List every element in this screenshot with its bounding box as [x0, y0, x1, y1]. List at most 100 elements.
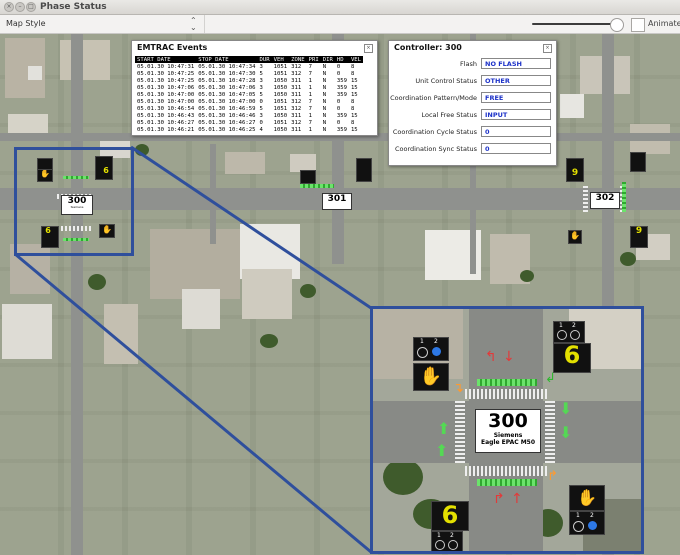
table-cell: 1 — [308, 77, 312, 84]
toolbar-divider — [204, 15, 205, 33]
table-cell: 1051 — [273, 70, 288, 77]
dont-walk-hand-icon: ✋ — [413, 363, 449, 391]
table-column-header[interactable]: ZONE — [289, 56, 307, 63]
table-cell: 359 — [336, 84, 347, 91]
table-row[interactable]: 05.01.30 10:46:27 05.01.30 10:46:27 0 1051 3… — [135, 119, 363, 126]
table-cell: 15 — [350, 126, 358, 133]
table-cell: 05.01.30 10:46:43 — [137, 112, 195, 119]
table-column-header[interactable]: VEL — [348, 56, 364, 63]
table-cell: 05.01.30 10:46:54 — [137, 105, 195, 112]
table-column-header[interactable]: PRI — [306, 56, 321, 63]
table-cell: 359 — [336, 112, 347, 119]
table-row[interactable]: 05.01.30 10:46:21 05.01.30 10:46:25 4 1050 3… — [135, 126, 363, 133]
table-row[interactable]: 05.01.30 10:46:43 05.01.30 10:46:46 3 1050 3… — [135, 112, 363, 119]
close-window-icon[interactable]: × — [4, 2, 14, 12]
crosswalk-north — [465, 389, 549, 399]
table-column-header[interactable]: VEH — [271, 56, 290, 63]
speed-slider-track[interactable] — [532, 23, 620, 25]
table-column-header[interactable]: DIR — [320, 56, 335, 63]
table-cell: 359 — [336, 77, 347, 84]
panel-close-icon[interactable]: × — [364, 44, 373, 53]
table-cell: 0 — [336, 105, 341, 112]
table-cell: 312 — [291, 70, 302, 77]
field-value: INPUT — [481, 109, 551, 120]
table-cell: 0 — [259, 98, 263, 105]
table-cell: 0 — [336, 70, 341, 77]
emtrac-events-panel[interactable]: EMTRAC Events × START DATE STOP DATE DUR VE… — [131, 40, 378, 136]
table-cell: 312 — [291, 98, 302, 105]
table-cell: 4 — [259, 126, 263, 133]
table-row[interactable]: 05.01.30 10:46:54 05.01.30 10:46:59 5 1051 3… — [135, 105, 363, 112]
animate-checkbox[interactable] — [631, 18, 645, 32]
table-cell: 05.01.30 10:47:31 — [137, 63, 195, 70]
table-cell: 15 — [350, 112, 358, 119]
field-value: OTHER — [481, 75, 551, 86]
table-cell: 3 — [259, 84, 263, 91]
table-cell: 1051 — [273, 119, 288, 126]
speed-slider-handle[interactable] — [610, 18, 624, 32]
yellow-turn-arrow-icon: ↱ — [547, 469, 558, 484]
table-row[interactable]: 05.01.30 10:47:31 05.01.30 10:47:34 3 1051 3… — [135, 63, 363, 70]
table-column-header[interactable]: HD — [334, 56, 349, 63]
table-row[interactable]: 05.01.30 10:47:25 05.01.30 10:47:30 5 1051 3… — [135, 70, 363, 77]
table-cell: 311 — [291, 77, 302, 84]
table-cell: 05.01.30 10:47:00 — [137, 91, 195, 98]
signal-phase-number: 6 — [441, 501, 459, 529]
controller-panel[interactable]: Controller: 300 × Flash NO FLASH Unit Cont… — [388, 40, 557, 166]
table-column-header[interactable]: DUR — [257, 56, 272, 63]
table-row[interactable]: 05.01.30 10:47:25 05.01.30 10:47:28 3 1050 3… — [135, 77, 363, 84]
ring-2-dot — [448, 540, 458, 550]
table-cell: 1 — [308, 84, 312, 91]
field-label: Unit Control Status — [415, 77, 477, 85]
table-column-header[interactable]: START DATE — [135, 56, 197, 63]
controller-field-row: Unit Control Status OTHER — [393, 75, 553, 88]
ring-2-dot — [432, 347, 441, 356]
ring-indicator: 1 2 — [569, 511, 605, 535]
table-cell: 05.01.30 10:47:28 — [198, 77, 256, 84]
ring-label: 2 — [434, 338, 438, 345]
ring-label: 2 — [450, 532, 454, 539]
table-cell: N — [322, 63, 327, 70]
table-cell: 8 — [350, 98, 355, 105]
table-row[interactable]: 05.01.30 10:47:00 05.01.30 10:47:05 5 1050 3… — [135, 91, 363, 98]
table-cell: 05.01.30 10:46:25 — [198, 126, 256, 133]
table-cell: 5 — [259, 70, 263, 77]
maximize-window-icon[interactable]: □ — [26, 2, 36, 12]
intersection-zoom-view: 300 Siemens Eagle EPAC M50 1 2 ✋ 1 2 6 6… — [370, 306, 644, 554]
table-cell: N — [322, 91, 327, 98]
panel-title: EMTRAC Events — [137, 43, 208, 52]
panel-close-icon[interactable]: × — [543, 44, 552, 53]
chevron-updown-icon[interactable]: ⌃ ⌄ — [190, 17, 197, 32]
intersection-label-300[interactable]: 300 Siemens Eagle EPAC M50 — [475, 409, 541, 453]
table-cell: N — [322, 119, 327, 126]
table-cell: 7 — [308, 105, 312, 112]
controller-field-row: Flash NO FLASH — [393, 58, 553, 71]
table-cell: 05.01.30 10:47:25 — [137, 70, 195, 77]
table-cell: 0 — [259, 119, 263, 126]
table-cell: 05.01.30 10:46:59 — [198, 105, 256, 112]
table-row[interactable]: 05.01.30 10:47:00 05.01.30 10:47:00 0 1051 3… — [135, 98, 363, 105]
controller-field-row: Coordination Sync Status 0 — [393, 143, 553, 156]
table-cell: 1051 — [273, 63, 288, 70]
ring-1-dot — [417, 347, 428, 358]
ring-indicator: 1 2 — [553, 321, 585, 343]
table-cell: 05.01.30 10:47:06 — [137, 84, 195, 91]
ring-label: 1 — [420, 338, 424, 345]
table-column-header[interactable]: STOP DATE — [196, 56, 258, 63]
intersection-id: 300 — [488, 410, 528, 432]
dont-walk-hand-icon: ✋ — [569, 485, 605, 511]
table-cell: 0 — [336, 119, 341, 126]
table-cell: 05.01.30 10:47:25 — [137, 77, 195, 84]
map-style-select-label[interactable]: Map Style — [6, 15, 46, 33]
field-value: 0 — [481, 143, 551, 154]
ring-1-dot — [435, 540, 445, 550]
table-cell: 7 — [308, 119, 312, 126]
ring-1-dot — [557, 330, 567, 340]
minimize-window-icon[interactable]: – — [15, 2, 25, 12]
table-cell: 3 — [259, 77, 263, 84]
green-arrow-icon: ⬆ — [437, 419, 451, 438]
table-cell: 311 — [291, 91, 302, 98]
table-cell: 05.01.30 10:47:00 — [137, 98, 195, 105]
table-cell: 3 — [259, 63, 263, 70]
table-row[interactable]: 05.01.30 10:47:06 05.01.30 10:47:06 3 1050 3… — [135, 84, 363, 91]
